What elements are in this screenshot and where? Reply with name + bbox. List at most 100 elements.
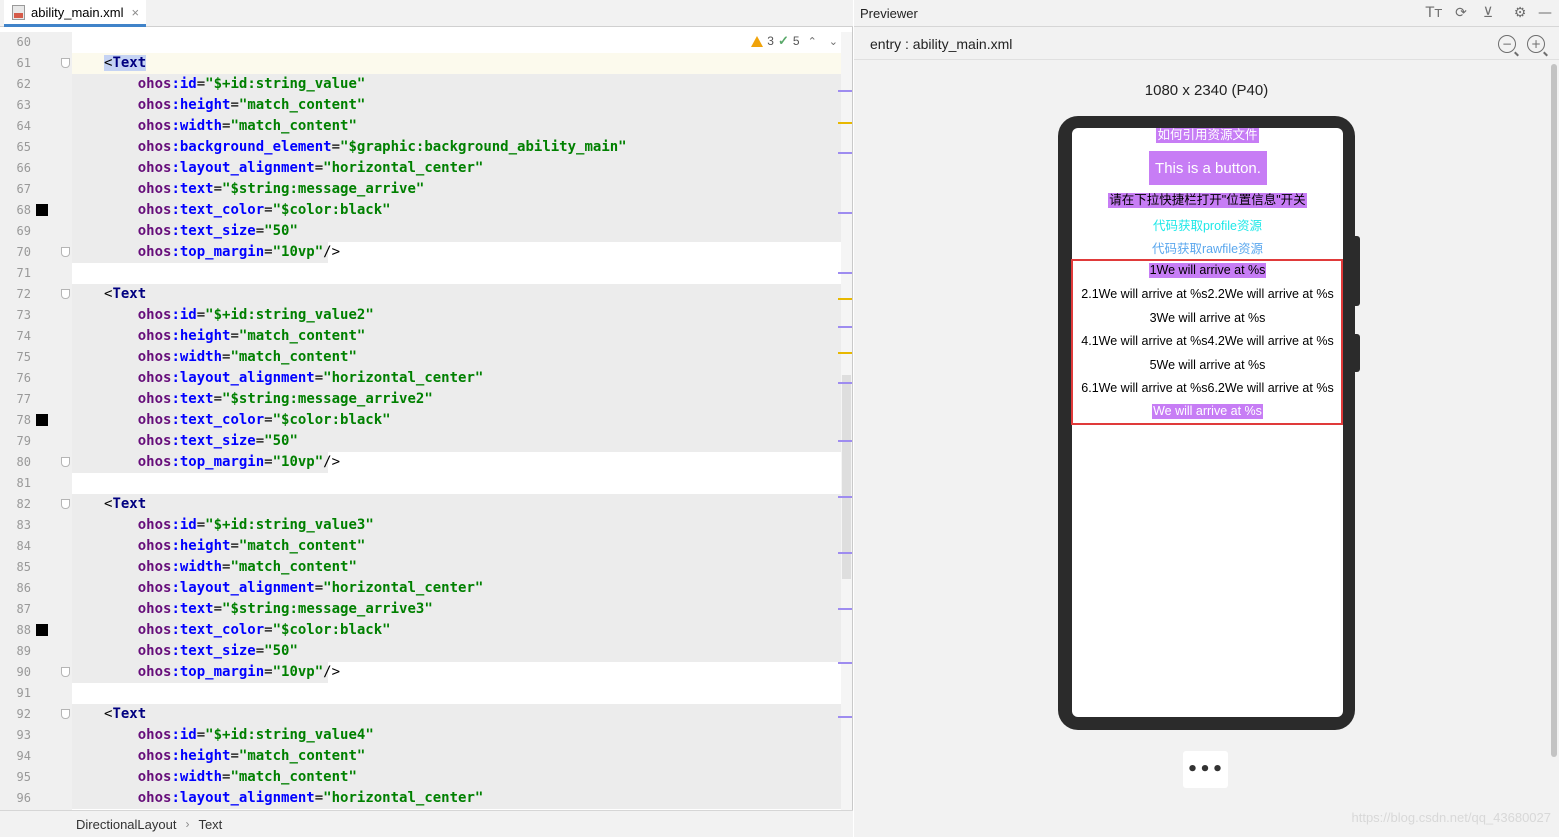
rawfile-resource-text: 代码获取rawfile资源 <box>1151 241 1264 256</box>
scrollbar-marker[interactable] <box>838 326 852 328</box>
code-token: ohos <box>104 97 172 113</box>
volume-button <box>1355 236 1360 306</box>
fold-marker-icon[interactable] <box>61 709 70 719</box>
file-tab-ability-main[interactable]: ability_main.xml × <box>4 0 146 27</box>
code-token: ohos <box>104 601 172 617</box>
scrollbar-marker[interactable] <box>838 382 852 384</box>
scrollbar-marker[interactable] <box>838 298 852 300</box>
line-number: 76 <box>16 371 31 385</box>
code-token: :layout_alignment <box>171 790 315 806</box>
code-area[interactable]: <Text ohos:id="$+id:string_value" ohos:h… <box>72 32 842 810</box>
settings-icon[interactable]: ⚙ <box>1510 4 1530 22</box>
breadcrumb-item-text[interactable]: Text <box>198 817 222 832</box>
scrollbar-marker[interactable] <box>838 716 852 718</box>
power-button <box>1355 334 1360 372</box>
scrollbar-marker[interactable] <box>838 152 852 154</box>
fold-marker-icon[interactable] <box>61 457 70 467</box>
code-token: :text_size <box>171 643 256 659</box>
code-token: :background_element <box>171 139 332 155</box>
code-token: = <box>314 790 324 806</box>
device-label: 1080 x 2340 (P40) <box>1144 82 1269 99</box>
breadcrumb: DirectionalLayout › Text <box>0 810 853 837</box>
pin-icon[interactable]: ⊻ <box>1478 4 1498 22</box>
xml-file-icon <box>12 4 25 20</box>
scrollbar-marker[interactable] <box>838 552 852 554</box>
code-line: <Text <box>104 494 146 515</box>
code-token: = <box>255 643 265 659</box>
scrollbar-marker[interactable] <box>838 90 852 92</box>
code-token: "50" <box>264 223 298 239</box>
code-token: "match_content" <box>230 349 357 365</box>
scrollbar-marker[interactable] <box>838 212 852 214</box>
color-swatch-icon[interactable] <box>36 204 48 216</box>
fold-marker-icon[interactable] <box>61 499 70 509</box>
line-number: 72 <box>16 287 31 301</box>
line-number: 68 <box>16 203 31 217</box>
previewer-header: Previewer Tт ⟳ ⊻ ⚙ — <box>854 0 1559 27</box>
line-number: 66 <box>16 161 31 175</box>
previewer-scroll-thumb[interactable] <box>1551 64 1557 757</box>
fold-marker-icon[interactable] <box>61 58 70 68</box>
close-tab-icon[interactable]: × <box>131 5 139 20</box>
editor-tab-bar: ability_main.xml × <box>0 0 853 27</box>
code-token: "match_content" <box>230 118 357 134</box>
code-token: :layout_alignment <box>171 370 315 386</box>
hide-panel-icon[interactable]: — <box>1535 4 1555 22</box>
code-line: ohos:width="match_content" <box>104 557 357 578</box>
previous-highlight-icon[interactable]: ⌃ <box>804 35 821 48</box>
code-token: "match_content" <box>238 748 366 764</box>
code-token: :id <box>171 76 197 92</box>
fold-marker-icon[interactable] <box>61 667 70 677</box>
code-token: ohos <box>104 307 172 323</box>
code-line: ohos:height="match_content" <box>104 536 366 557</box>
code-token: = <box>230 748 239 764</box>
previewer-title: Previewer <box>860 6 918 21</box>
code-token: ohos <box>104 139 172 155</box>
scrollbar-marker[interactable] <box>838 352 852 354</box>
previewer-scrollbar[interactable] <box>1549 60 1559 837</box>
scrollbar-marker[interactable] <box>838 440 852 442</box>
line-number: 88 <box>16 623 31 637</box>
inspection-widget[interactable]: 3 ✓ 5 ⌃ ⌄ <box>747 33 846 49</box>
code-line: ohos:width="match_content" <box>104 347 357 368</box>
fold-marker-icon[interactable] <box>61 289 70 299</box>
line-number: 85 <box>16 560 31 574</box>
scrollbar-marker[interactable] <box>838 496 852 498</box>
app-button[interactable]: This is a button. <box>1149 151 1267 185</box>
code-token: ohos <box>104 244 172 260</box>
zoom-out-icon[interactable]: − <box>1498 35 1516 53</box>
code-line: ohos:text_color="$color:black" <box>104 200 391 221</box>
line-number: 83 <box>16 518 31 532</box>
code-token: "50" <box>264 643 298 659</box>
scrollbar-marker[interactable] <box>838 662 852 664</box>
ok-count: 5 <box>792 34 800 48</box>
scrollbar-marker[interactable] <box>838 122 852 124</box>
breadcrumb-item-directionallayout[interactable]: DirectionalLayout <box>76 817 176 832</box>
code-token: = <box>264 202 273 218</box>
code-line: ohos:height="match_content" <box>104 95 366 116</box>
line-number: 95 <box>16 770 31 784</box>
scrollbar-marker[interactable] <box>838 272 852 274</box>
code-token: ohos <box>104 580 172 596</box>
next-highlight-icon[interactable]: ⌄ <box>825 35 842 48</box>
color-swatch-icon[interactable] <box>36 414 48 426</box>
refresh-icon[interactable]: ⟳ <box>1451 4 1471 22</box>
code-token: = <box>255 223 265 239</box>
code-token: :width <box>171 769 223 785</box>
color-swatch-icon[interactable] <box>36 624 48 636</box>
fold-marker-icon[interactable] <box>61 247 70 257</box>
code-token: :top_margin <box>171 244 265 260</box>
scrollbar-marker[interactable] <box>838 608 852 610</box>
code-line: ohos:text="$string:message_arrive2" <box>104 389 433 410</box>
text-size-icon[interactable]: Tт <box>1424 4 1444 22</box>
code-token: ohos <box>104 202 172 218</box>
editor-scroll-thumb[interactable] <box>842 375 851 579</box>
editor-scrollbar[interactable] <box>838 32 852 810</box>
red-highlight-box <box>1071 259 1343 425</box>
line-number: 92 <box>16 707 31 721</box>
code-token: "horizontal_center" <box>323 370 484 386</box>
more-options-button[interactable]: ••• <box>1183 751 1228 788</box>
code-token: "10vp" <box>272 664 324 680</box>
zoom-in-icon[interactable]: + <box>1527 35 1545 53</box>
current-line-highlight <box>72 53 842 74</box>
